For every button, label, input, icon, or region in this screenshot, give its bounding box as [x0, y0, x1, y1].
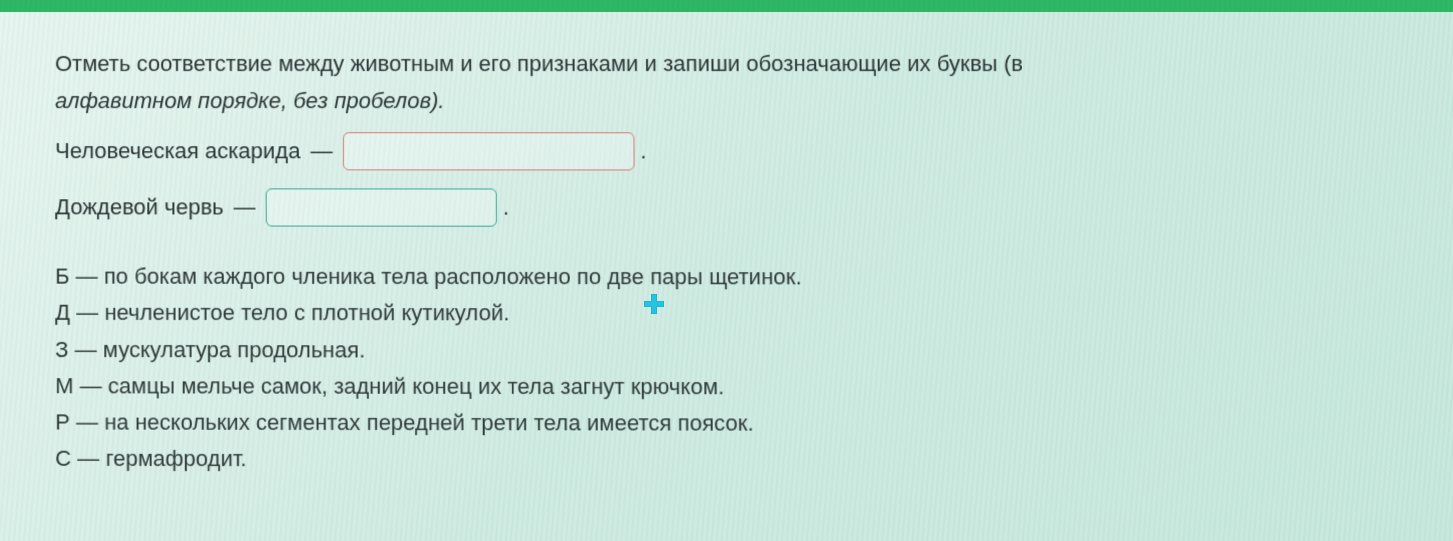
option-text: на нескольких сегментах передней трети т… — [104, 410, 753, 436]
answer-label-ascarida: Человеческая аскарида — [55, 138, 300, 164]
dash: — — [77, 446, 99, 471]
answer-row-ascarida: Человеческая аскарида — . — [55, 132, 1419, 171]
window-top-bar — [0, 0, 1453, 12]
options-list: Б — по бокам каждого членика тела распол… — [55, 259, 1422, 481]
option-s: С — гермафродит. — [55, 441, 1422, 480]
option-d: Д — нечленистое тело с плотной кутикулой… — [55, 295, 1420, 333]
option-m: М — самцы мельче самок, задний конец их … — [55, 368, 1421, 407]
option-text: нечленистое тело с плотной кутикулой. — [104, 300, 509, 326]
prompt-text-line2: алфавитном порядке, без пробелов). — [55, 88, 1418, 114]
option-r: Р — на нескольких сегментах передней тре… — [55, 405, 1422, 444]
option-text: самцы мельче самок, задний конец их тела… — [108, 373, 724, 399]
dash: — — [76, 300, 98, 325]
trailing-period: . — [503, 195, 509, 221]
option-letter: З — [55, 337, 68, 362]
dash: — — [75, 337, 97, 362]
answer-input-ascarida[interactable] — [343, 132, 635, 170]
prompt-text-line1: Отметь соответствие между животным и его… — [55, 47, 1417, 80]
dash: — — [80, 373, 102, 398]
option-letter: Б — [55, 264, 69, 289]
option-letter: М — [55, 373, 73, 398]
dash: — — [310, 138, 332, 164]
option-text: гермафродит. — [106, 446, 247, 471]
option-text: по бокам каждого членика тела расположен… — [104, 264, 802, 290]
option-z: З — мускулатура продольная. — [55, 331, 1421, 369]
option-letter: Д — [55, 300, 70, 325]
answer-input-earthworm[interactable] — [266, 188, 497, 226]
exercise-content: Отметь соответствие между животным и его… — [0, 12, 1453, 501]
answer-row-earthworm: Дождевой червь — . — [55, 188, 1419, 227]
option-letter: С — [55, 446, 71, 471]
dash: — — [234, 194, 256, 220]
trailing-period: . — [640, 138, 646, 164]
option-b: Б — по бокам каждого членика тела распол… — [55, 259, 1420, 297]
answer-label-earthworm: Дождевой червь — [55, 194, 224, 220]
dash: — — [76, 264, 98, 289]
dash: — — [76, 410, 98, 435]
option-letter: Р — [55, 410, 70, 435]
option-text: мускулатура продольная. — [103, 337, 365, 362]
